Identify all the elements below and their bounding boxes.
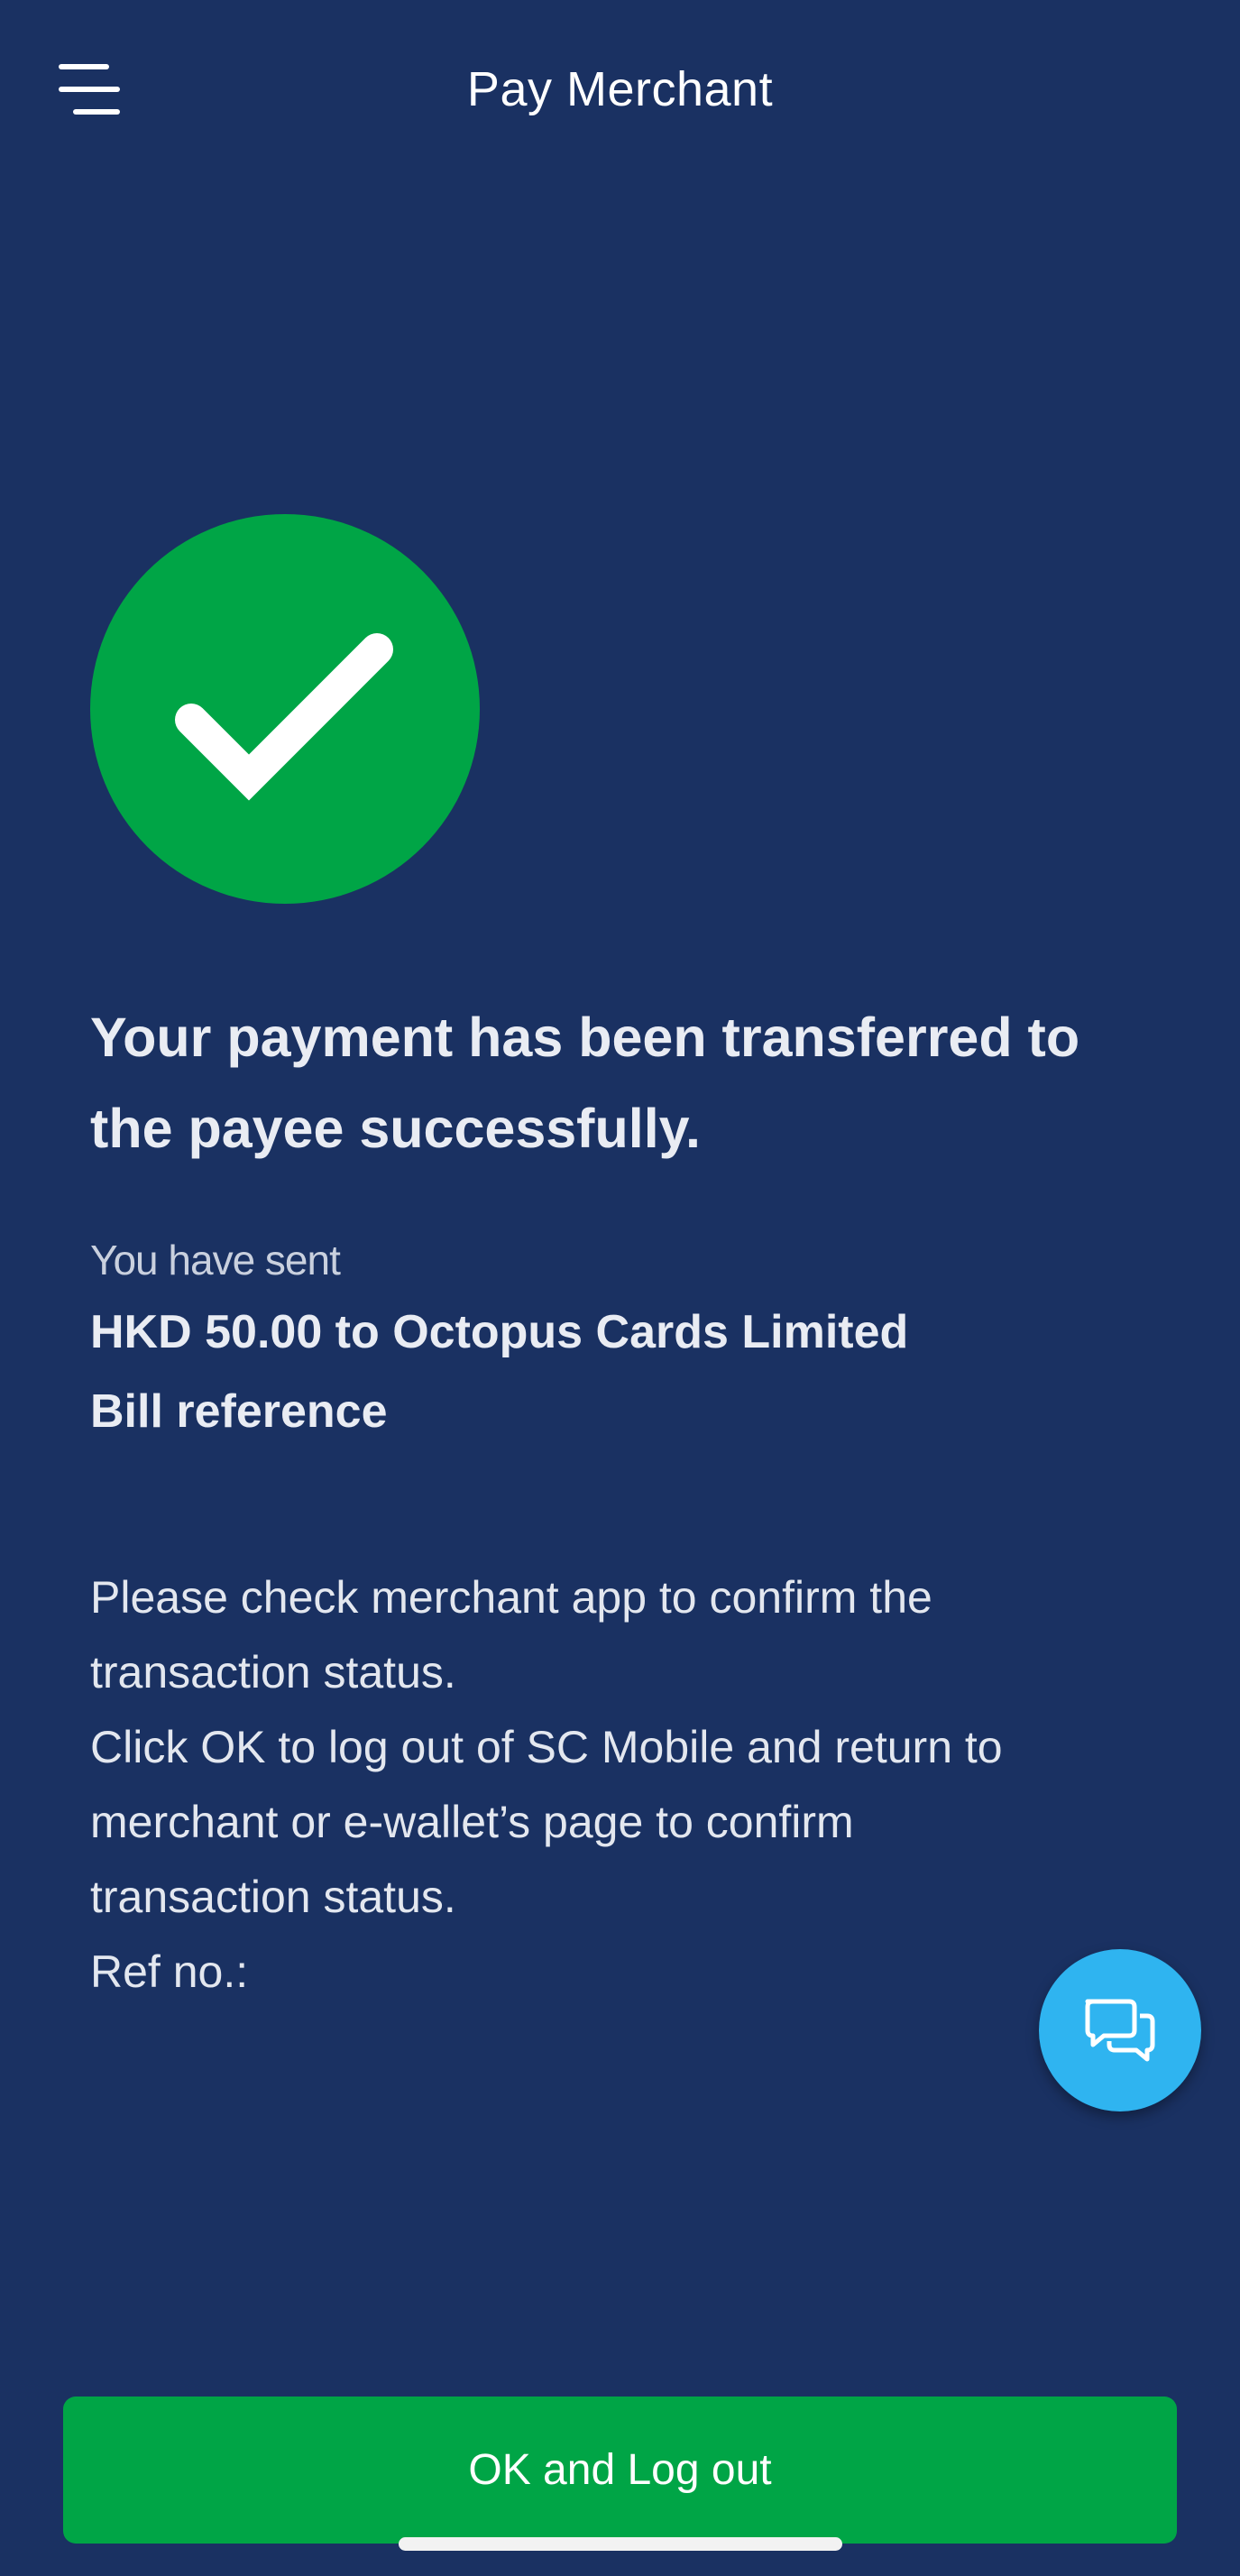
info-line: Click OK to log out of SC Mobile and ret…: [90, 1722, 1003, 1772]
home-indicator: [399, 2537, 842, 2551]
info-line: merchant or e-wallet’s page to confirm: [90, 1797, 854, 1847]
info-text: Please check merchant app to confirm the…: [90, 1560, 1136, 2010]
info-line: Please check merchant app to confirm the: [90, 1572, 932, 1623]
checkmark-circle-icon: [90, 514, 480, 904]
page-title: Pay Merchant: [466, 62, 774, 116]
payment-success-screen: Pay Merchant Your payment has been trans…: [0, 0, 1240, 2576]
headline-line-1: Your payment has been transferred to: [90, 1007, 1080, 1068]
info-line: transaction status.: [90, 1647, 456, 1697]
chat-bubbles-icon: [1085, 1999, 1155, 2062]
ok-log-out-button[interactable]: OK and Log out: [63, 2397, 1177, 2544]
bill-reference-label: Bill reference: [90, 1385, 388, 1438]
success-headline: Your payment has been transferred to the…: [90, 992, 1154, 1174]
ref-no-label: Ref no.:: [90, 1946, 249, 1997]
sent-label: You have sent: [90, 1237, 341, 1283]
info-line: transaction status.: [90, 1872, 456, 1922]
chat-button[interactable]: [1039, 1949, 1201, 2111]
sent-amount: HKD 50.00 to Octopus Cards Limited: [90, 1306, 909, 1358]
headline-line-2: the payee successfully.: [90, 1098, 701, 1159]
